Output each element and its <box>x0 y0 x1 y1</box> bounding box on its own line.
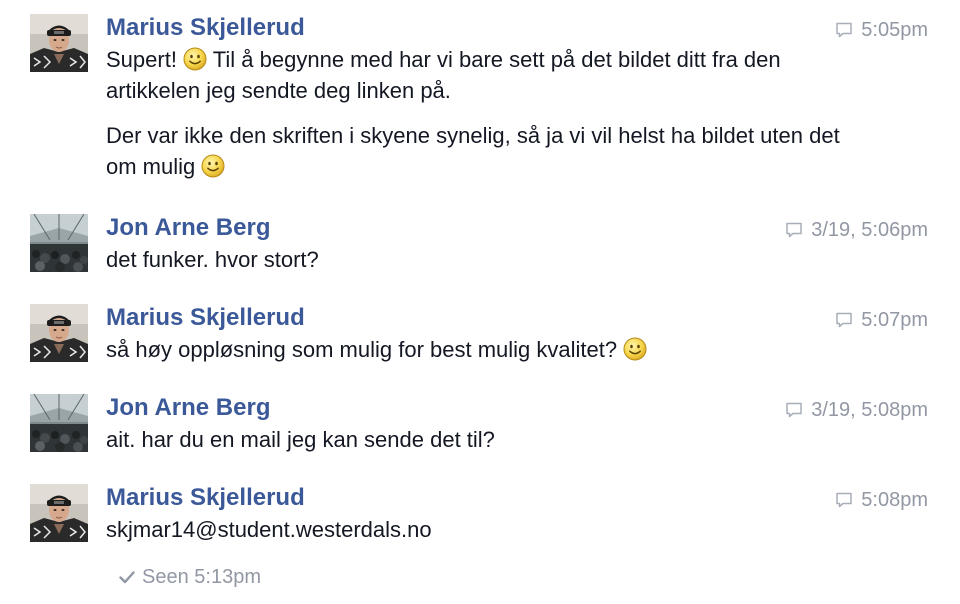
seen-text: Seen 5:13pm <box>142 566 261 588</box>
sender-name[interactable]: Jon Arne Berg <box>106 394 270 422</box>
message-text: Supert! <box>106 47 177 72</box>
speech-bubble-icon <box>835 21 853 39</box>
message-timestamp: 3/19, 5:06pm <box>785 218 928 242</box>
smiley-emoji <box>623 337 647 361</box>
message-body: skjmar14@student.westerdals.no <box>106 514 846 545</box>
message-text: ait. har du en mail jeg kan sende det ti… <box>106 427 495 452</box>
avatar-jon[interactable] <box>30 214 88 272</box>
avatar-marius[interactable] <box>30 304 88 362</box>
sender-name[interactable]: Jon Arne Berg <box>106 214 270 242</box>
avatar-marius[interactable] <box>30 484 88 542</box>
message-body: ait. har du en mail jeg kan sende det ti… <box>106 424 846 455</box>
message-paragraph: Der var ikke den skriften i skyene synel… <box>106 120 846 182</box>
message-timestamp: 3/19, 5:08pm <box>785 398 928 422</box>
speech-bubble-icon <box>785 221 803 239</box>
message-text: det funker. hvor stort? <box>106 247 319 272</box>
speech-bubble-icon <box>835 491 853 509</box>
smiley-emoji <box>183 47 207 71</box>
smiley-emoji <box>201 154 225 178</box>
timestamp-text: 3/19, 5:08pm <box>811 399 928 421</box>
message-text: skjmar14@student.westerdals.no <box>106 517 432 542</box>
sender-name[interactable]: Marius Skjellerud <box>106 304 305 332</box>
message-timestamp: 5:07pm <box>835 308 928 332</box>
avatar-jon[interactable] <box>30 394 88 452</box>
message-timestamp: 5:05pm <box>835 18 928 42</box>
message-body: det funker. hvor stort? <box>106 244 846 275</box>
sender-name[interactable]: Marius Skjellerud <box>106 14 305 42</box>
message-text: Til å begynne med har vi bare sett på de… <box>106 47 781 103</box>
timestamp-text: 5:05pm <box>861 19 928 41</box>
timestamp-text: 5:08pm <box>861 489 928 511</box>
avatar-marius[interactable] <box>30 14 88 72</box>
speech-bubble-icon <box>785 401 803 419</box>
timestamp-text: 5:07pm <box>861 309 928 331</box>
checkmark-icon <box>118 568 136 586</box>
message-body: Supert! Til å begynne med har vi bare se… <box>106 44 846 182</box>
speech-bubble-icon <box>835 311 853 329</box>
message-thread: Marius Skjellerud 5:05pm Supert! Til å b… <box>0 0 960 604</box>
timestamp-text: 3/19, 5:06pm <box>811 219 928 241</box>
sender-name[interactable]: Marius Skjellerud <box>106 484 305 512</box>
seen-indicator: Seen 5:13pm <box>118 565 261 589</box>
message-timestamp: 5:08pm <box>835 488 928 512</box>
message-text: så høy oppløsning som mulig for best mul… <box>106 337 618 362</box>
message-body: så høy oppløsning som mulig for best mul… <box>106 334 846 365</box>
message-paragraph: Supert! Til å begynne med har vi bare se… <box>106 44 846 106</box>
